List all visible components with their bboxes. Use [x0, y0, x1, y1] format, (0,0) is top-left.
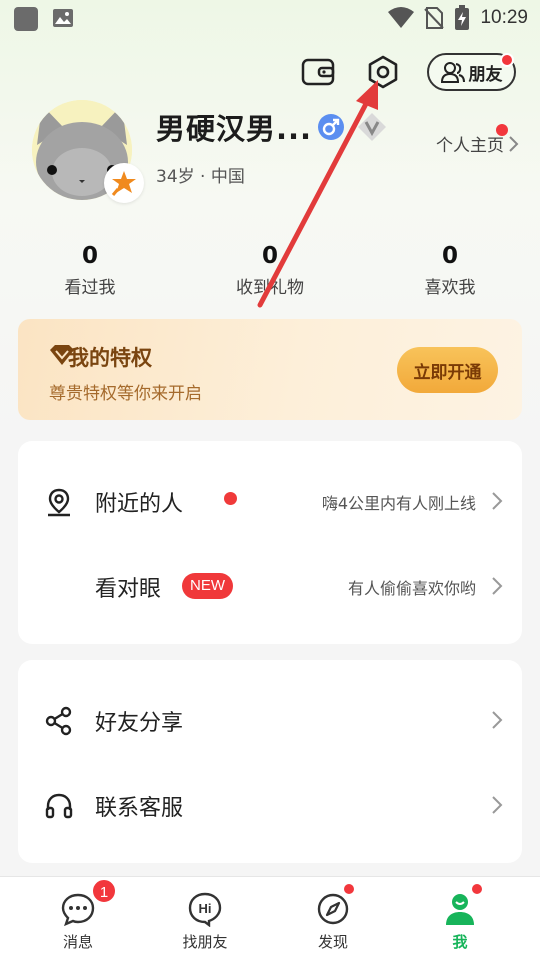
male-gender-icon — [318, 114, 344, 140]
menu-item-nearby[interactable]: 附近的人 嗨4公里内有人刚上线 — [18, 460, 522, 540]
activate-button[interactable]: 立即开通 — [397, 347, 498, 393]
bottom-nav: 消息 Hi 找朋友 发现 我 — [0, 876, 540, 960]
nearby-notification-dot — [224, 492, 237, 505]
homepage-notification-dot — [496, 124, 508, 136]
no-sim-icon — [424, 7, 445, 29]
hi-icon: Hi — [188, 892, 222, 927]
status-time: 10:29 — [480, 7, 528, 28]
discover-notification-dot — [342, 882, 356, 896]
menu-label: 好友分享 — [95, 711, 184, 736]
avatar-edit-badge[interactable] — [104, 163, 144, 203]
menu-label: 附近的人 — [95, 492, 184, 517]
location-icon — [48, 488, 70, 517]
nav-label: 消息 — [62, 933, 93, 951]
compass-icon — [317, 893, 349, 925]
stat-value: 0 — [441, 243, 458, 269]
menu-item-match[interactable]: 看对眼 有人偷偷喜欢你哟 — [18, 545, 522, 625]
settings-button[interactable] — [366, 55, 400, 89]
vip-badge-icon[interactable] — [357, 112, 387, 142]
friends-icon — [440, 62, 465, 83]
stat-gifts[interactable]: 0 收到礼物 — [210, 243, 330, 298]
new-badge: NEW — [182, 573, 233, 599]
status-bar: 10:29 — [0, 0, 540, 36]
stat-likes[interactable]: 0 喜欢我 — [390, 243, 510, 298]
chevron-right-icon — [492, 711, 503, 729]
chevron-right-icon — [492, 577, 503, 595]
nav-discover[interactable]: 发现 — [283, 877, 383, 960]
gallery-notification-icon — [53, 9, 73, 27]
menu-hint: 嗨4公里内有人刚上线 — [321, 494, 476, 513]
homepage-link[interactable]: 个人主页 — [436, 131, 520, 156]
nav-label: 找朋友 — [182, 933, 228, 951]
nav-find-friends[interactable]: Hi 找朋友 — [155, 877, 255, 960]
wallet-button[interactable] — [301, 55, 335, 89]
menu-label: 看对眼 — [95, 577, 162, 602]
me-notification-dot — [470, 882, 484, 896]
stat-visitors[interactable]: 0 看过我 — [30, 243, 150, 298]
wifi-icon — [388, 7, 415, 28]
app-notification-icon — [14, 7, 38, 31]
battery-icon — [455, 5, 470, 30]
messages-count-badge: 1 — [91, 878, 117, 904]
stat-value: 0 — [261, 243, 278, 269]
message-icon — [61, 893, 95, 927]
menu-item-customer-service[interactable]: 联系客服 — [18, 764, 522, 844]
menu-card-discover: 附近的人 嗨4公里内有人刚上线 看对眼 有人偷偷喜欢你哟 — [18, 441, 522, 644]
chevron-right-icon — [509, 135, 519, 152]
stats-row: 0 看过我 0 收到礼物 0 喜欢我 — [0, 243, 540, 303]
magic-star-icon — [111, 171, 136, 196]
nav-label: 我 — [452, 933, 468, 951]
person-icon — [446, 894, 474, 925]
nav-me[interactable]: 我 — [410, 877, 510, 960]
stat-label: 收到礼物 — [236, 278, 304, 298]
svg-text:Hi: Hi — [199, 901, 212, 916]
age-location: 34岁 · 中国 — [156, 167, 245, 187]
menu-card-support: 好友分享 联系客服 — [18, 660, 522, 863]
friends-label: 朋友 — [468, 64, 503, 85]
privilege-subtitle: 尊贵特权等你来开启 — [49, 384, 202, 404]
stat-value: 0 — [81, 243, 98, 269]
chevron-right-icon — [492, 492, 503, 510]
wallet-icon — [301, 58, 335, 86]
nav-label: 发现 — [317, 933, 348, 951]
stat-label: 看过我 — [64, 278, 116, 298]
menu-hint: 有人偷偷喜欢你哟 — [347, 579, 476, 598]
friends-notification-dot — [500, 53, 514, 67]
homepage-label: 个人主页 — [436, 136, 504, 156]
chevron-right-icon — [492, 796, 503, 814]
privilege-title: 我的特权 — [68, 346, 152, 370]
nickname: 男硬汉男... — [156, 112, 313, 146]
stat-label: 喜欢我 — [424, 278, 476, 298]
share-icon — [45, 706, 72, 736]
settings-icon — [368, 55, 398, 89]
menu-label: 联系客服 — [95, 796, 184, 821]
menu-item-share[interactable]: 好友分享 — [18, 679, 522, 759]
headset-icon — [45, 793, 73, 819]
